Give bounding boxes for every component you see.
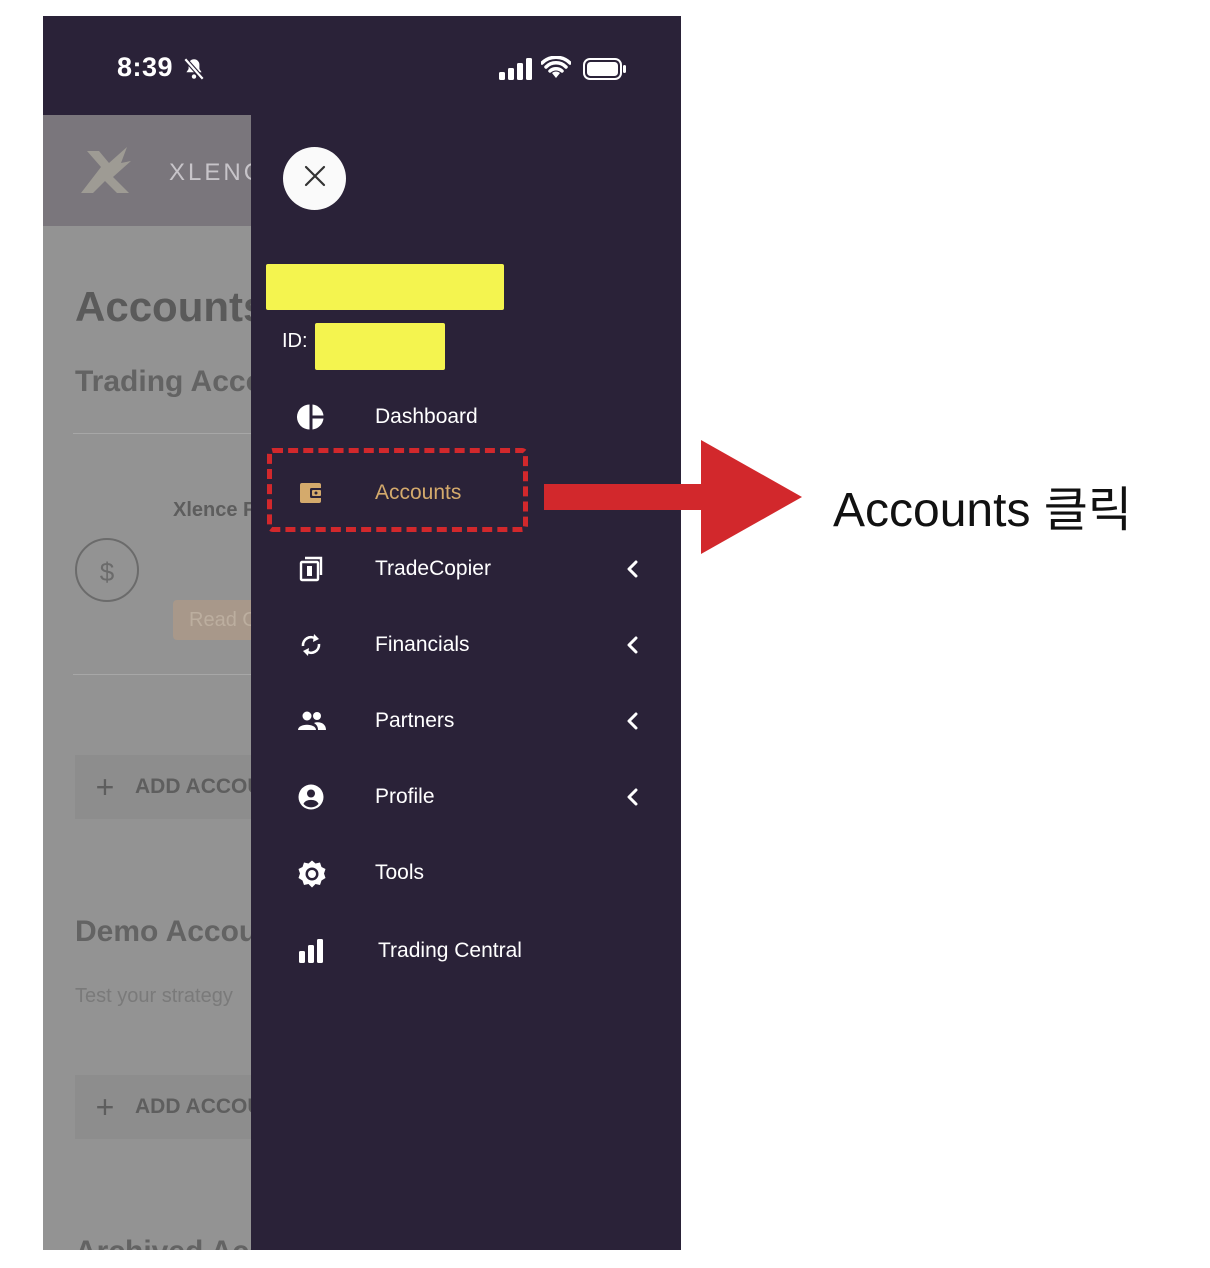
nav-item-financials[interactable]: Financials (251, 615, 681, 675)
nav-label-financials: Financials (375, 633, 470, 656)
nav-item-partners[interactable]: Partners (251, 691, 681, 751)
gear-icon (297, 859, 326, 888)
battery-icon (583, 58, 627, 85)
divider (73, 433, 251, 434)
accounts-highlight-box (267, 448, 528, 532)
bar-chart-icon (297, 937, 325, 965)
user-id-label: ID: (282, 330, 308, 352)
account-currency-badge: $ (75, 538, 139, 602)
brand-name: XLENCE (169, 159, 251, 186)
redacted-user-name (266, 264, 504, 310)
trading-accounts-heading: Trading Accounts (75, 365, 251, 398)
bell-muted-icon (181, 56, 207, 87)
page-title: Accounts (75, 283, 251, 330)
phone-screen: 8:39 XLENCE Accounts Trading Accounts Xl… (43, 16, 681, 1250)
nav-label-dashboard: Dashboard (375, 405, 478, 428)
chevron-left-icon[interactable] (625, 559, 639, 584)
pie-chart-icon (296, 403, 325, 431)
add-account-label: ADD ACCOUNT (135, 775, 251, 798)
nav-label-trading-central: Trading Central (378, 939, 522, 962)
wifi-icon (540, 55, 572, 85)
people-icon (297, 707, 326, 735)
app-header: XLENCE (43, 115, 251, 226)
divider (73, 674, 251, 675)
status-bar: 8:39 (43, 16, 681, 115)
chevron-left-icon[interactable] (625, 711, 639, 736)
nav-item-dashboard[interactable]: Dashboard (251, 387, 681, 447)
nav-label-tools: Tools (375, 861, 425, 884)
archived-accounts-heading: Archived Accounts (75, 1235, 251, 1250)
cellular-signal-icon (499, 58, 533, 85)
nav-item-trading-central[interactable]: Trading Central (251, 921, 681, 981)
sync-icon (297, 631, 325, 659)
plus-icon: + (95, 769, 115, 805)
xlence-logo (77, 145, 135, 202)
chevron-left-icon[interactable] (625, 635, 639, 660)
navigation-drawer: ID: Dashboard Accounts TradeCopier Finan… (251, 115, 681, 1250)
close-icon (303, 164, 327, 193)
callout-text: Accounts 클릭 (833, 484, 1133, 537)
add-account-label: ADD ACCOUNT (135, 1095, 251, 1118)
plus-icon: + (95, 1089, 115, 1125)
close-drawer-button[interactable] (283, 147, 346, 210)
redacted-user-id (315, 323, 445, 370)
demo-subtitle: Test your strategy (75, 985, 233, 1007)
account-circle-icon (297, 783, 325, 811)
nav-item-tools[interactable]: Tools (251, 843, 681, 903)
status-time: 8:39 (117, 52, 174, 82)
red-arrow-icon (544, 440, 802, 559)
chevron-left-icon[interactable] (625, 787, 639, 812)
nav-label-profile: Profile (375, 785, 435, 808)
background-accounts-page: XLENCE Accounts Trading Accounts Xlence … (43, 115, 251, 1250)
demo-accounts-heading: Demo Accounts (75, 915, 251, 948)
add-trading-account-button[interactable]: + ADD ACCOUNT (75, 755, 251, 819)
account-name: Xlence Fund (173, 499, 251, 521)
nav-label-partners: Partners (375, 709, 455, 732)
copy-icon (297, 555, 325, 583)
add-demo-account-button[interactable]: + ADD ACCOUNT (75, 1075, 251, 1139)
read-only-button[interactable]: Read Only (173, 600, 251, 640)
nav-item-profile[interactable]: Profile (251, 767, 681, 827)
nav-label-tradecopier: TradeCopier (375, 557, 491, 580)
